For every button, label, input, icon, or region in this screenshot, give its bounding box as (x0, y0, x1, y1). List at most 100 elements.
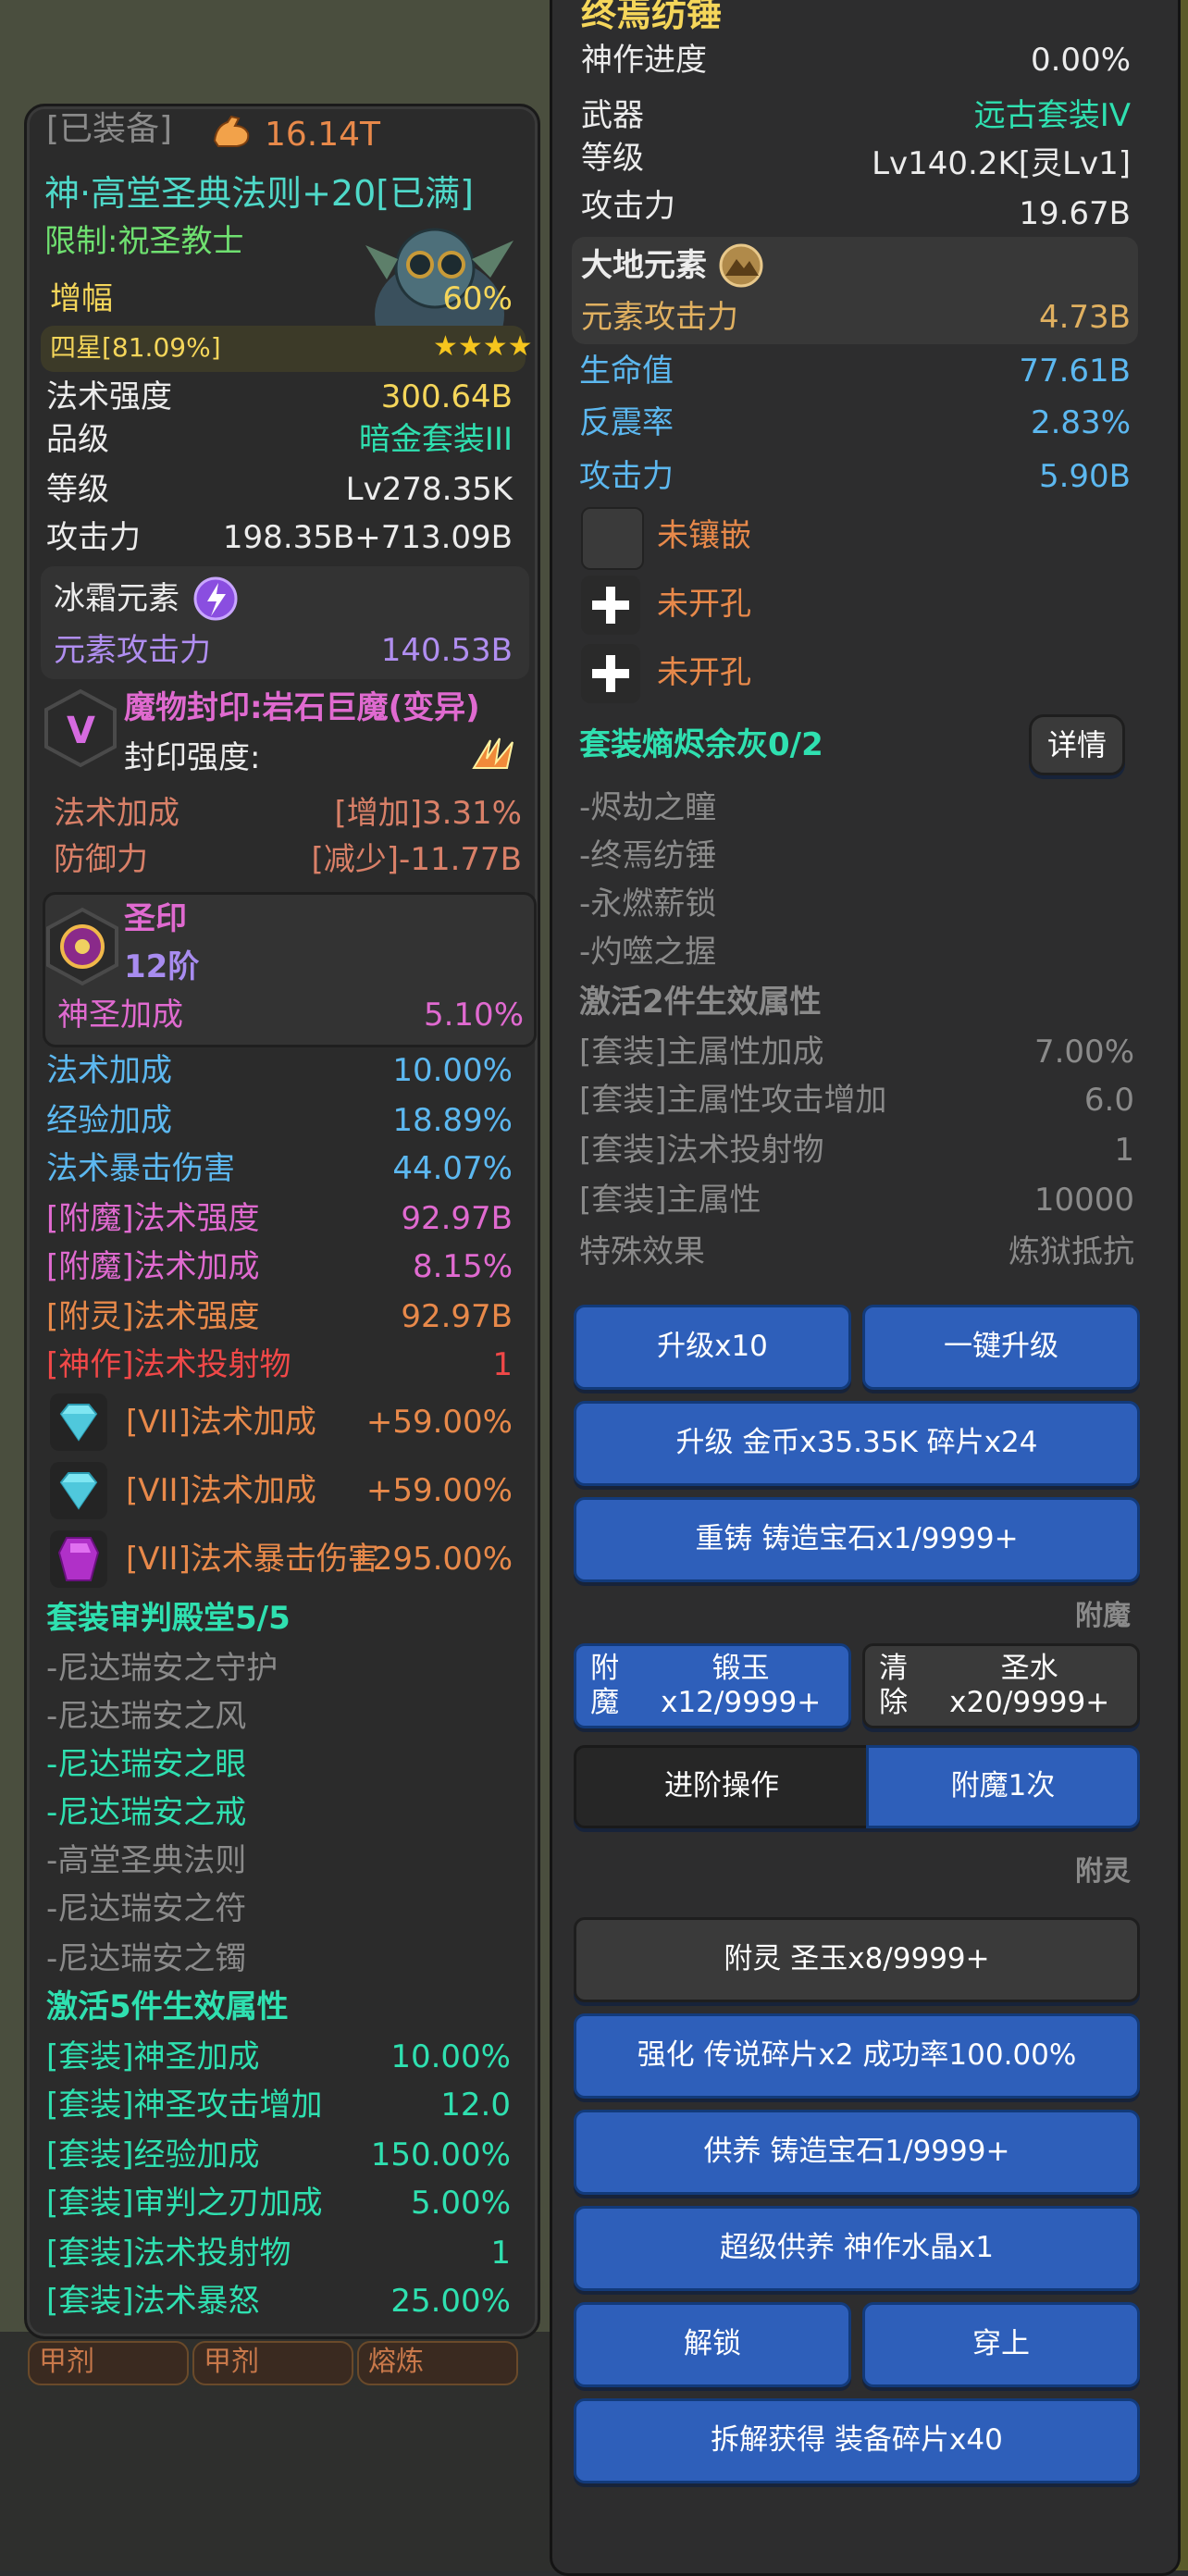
upgrade-cost-button[interactable]: 升级 金币x35.35K 碎片x24 (574, 1401, 1140, 1486)
right-set-bonus-value: 炼狱抵抗 (1009, 1233, 1134, 1270)
set-bonus-value: 25.00% (390, 2283, 511, 2320)
stat-row-value: 92.97B (401, 1200, 513, 1237)
super-nurture-button[interactable]: 超级供养 神作水晶x1 (574, 2206, 1140, 2291)
set-piece-active: -尼达瑞安之戒 (46, 1794, 247, 1831)
holy-seal-title: 圣印 (124, 900, 187, 937)
right-stat-value: 2.83% (1030, 404, 1131, 441)
set-bonus-value: 150.00% (370, 2136, 511, 2174)
stat-row-value: 92.97B (401, 1298, 513, 1335)
unlock-button[interactable]: 解锁 (574, 2302, 851, 2387)
earth-attack-value: 4.73B (1038, 299, 1131, 336)
item-title: 终焉纺锤 (581, 0, 723, 34)
stat-row-label: [神作]法术投射物 (46, 1346, 291, 1383)
clear-button-line2: 圣水x20/9999+ (949, 1651, 1110, 1719)
socket-label: 未开孔 (657, 654, 751, 691)
progress-value: 0.00% (1030, 42, 1131, 79)
stat-row-label: 法术暴击伤害 (46, 1150, 235, 1187)
bottom-tab-label: 甲剂 (39, 2346, 94, 2378)
right-set-bonus-label: [套装]法术投射物 (579, 1132, 824, 1169)
empty-socket[interactable] (581, 507, 644, 570)
socket-label: 未开孔 (657, 586, 751, 623)
clear-button-line1: 清除 (879, 1651, 909, 1719)
strengthen-button[interactable]: 强化 传说碎片x2 成功率100.00% (574, 2013, 1140, 2099)
grade-label: 品级 (46, 421, 109, 458)
set-piece: -尼达瑞安之符 (46, 1890, 247, 1927)
right-set-bonus-value: 1 (1114, 1132, 1134, 1169)
enchant-button[interactable]: 附魔 锻玉x12/9999+ (574, 1643, 851, 1728)
frost-element-icon (193, 576, 238, 621)
holy-bonus-label: 神圣加成 (57, 997, 183, 1034)
gem-row-value: +59.00% (365, 1472, 513, 1509)
gem-row-value: +59.00% (365, 1404, 513, 1441)
wear-button[interactable]: 穿上 (862, 2302, 1140, 2387)
right-set-piece: -永燃薪锁 (579, 886, 717, 923)
holy-bonus-value: 5.10% (423, 997, 524, 1034)
earth-attack-label: 元素攻击力 (581, 299, 738, 336)
holy-seal-tier: 12阶 (124, 948, 200, 985)
holy-seal-icon (46, 907, 118, 986)
right-set-piece: -终焉纺锤 (579, 837, 717, 874)
enchant-button-line2: 锻玉x12/9999+ (661, 1651, 822, 1719)
advanced-operation-tab[interactable]: 进阶操作 (574, 1745, 870, 1828)
spell-power-value: 300.64B (380, 378, 513, 415)
seal-row-2-label: 防御力 (54, 841, 148, 878)
stat-row-label: 法术加成 (46, 1052, 172, 1089)
one-key-upgrade-button[interactable]: 一键升级 (862, 1305, 1140, 1390)
attack-value: 198.35B+713.09B (222, 519, 513, 556)
clear-enchant-button[interactable]: 清除 圣水x20/9999+ (862, 1643, 1140, 1728)
right-stat-label: 生命值 (579, 353, 674, 390)
progress-label: 神作进度 (581, 42, 707, 79)
upgrade-x10-button[interactable]: 升级x10 (574, 1305, 851, 1390)
right-set-bonus-value: 6.0 (1083, 1082, 1134, 1119)
right-set-title: 套装熵烬余灰0/2 (579, 726, 823, 763)
frost-element-label: 冰霜元素 (54, 580, 179, 617)
stat-row-value: 10.00% (392, 1052, 513, 1089)
amp-label: 增幅 (50, 280, 113, 317)
seal-row-1-value: [增加]3.31% (334, 795, 522, 832)
restriction-text: 限制:祝圣教士 (44, 223, 244, 260)
weapon-value: 远古套装IV (973, 97, 1131, 134)
right-set-activate-title: 激活2件生效属性 (579, 984, 822, 1021)
set-piece: -高堂圣典法则 (46, 1842, 247, 1879)
set-bonus-label: [套装]经验加成 (46, 2136, 260, 2174)
set-piece: -尼达瑞安之风 (46, 1698, 247, 1735)
seal-strength-label: 封印强度: (124, 739, 261, 776)
set-detail-button[interactable]: 详情 (1029, 714, 1125, 775)
socket-label: 未镶嵌 (657, 517, 751, 554)
level-value: Lv140.2K[灵Lv1] (872, 145, 1131, 182)
right-set-bonus-label: [套装]主属性加成 (579, 1034, 824, 1071)
purple-gem-icon (50, 1530, 107, 1588)
set-bonus-value: 12.0 (440, 2087, 511, 2124)
right-set-bonus-label: [套装]主属性攻击增加 (579, 1082, 887, 1119)
bottom-tab-label: 熔炼 (368, 2346, 424, 2378)
stat-row-label: [附灵]法术强度 (46, 1298, 260, 1335)
enchant-section-label: 附魔 (1075, 1600, 1131, 1632)
spirit-button[interactable]: 附灵 圣玉x8/9999+ (574, 1917, 1140, 2002)
set-bonus-value: 10.00% (390, 2038, 511, 2075)
grade-value: 暗金套装III (358, 421, 513, 458)
attack-value: 19.67B (1019, 195, 1131, 232)
right-stat-label: 攻击力 (579, 458, 674, 495)
stat-row-value: 44.07% (392, 1150, 513, 1187)
nurture-button[interactable]: 供养 铸造宝石1/9999+ (574, 2110, 1140, 2195)
gem-row-label: [VII]法术加成 (126, 1404, 316, 1441)
level-label: 等级 (46, 471, 109, 508)
set-bonus-label: [套装]法术暴怒 (46, 2283, 260, 2320)
set-bonus-value: 1 (490, 2235, 511, 2272)
right-stat-label: 反震率 (579, 404, 674, 441)
dismantle-button[interactable]: 拆解获得 装备碎片x40 (574, 2398, 1140, 2483)
enchant-once-tab[interactable]: 附魔1次 (866, 1745, 1140, 1828)
enchant-button-line1: 附魔 (590, 1651, 620, 1719)
bottom-tab-label: 甲剂 (204, 2346, 259, 2378)
plus-icon (592, 587, 629, 624)
right-set-piece: -烬劫之瞳 (579, 789, 717, 826)
seal-claw-icon (472, 737, 514, 769)
power-value: 16.14T (265, 116, 381, 154)
seal-badge-letter: V (67, 710, 95, 752)
right-stat-value: 5.90B (1038, 458, 1131, 495)
right-set-bonus-label: 特殊效果 (579, 1233, 705, 1270)
stat-row-value: 8.15% (412, 1248, 513, 1285)
amp-value: 60% (442, 280, 513, 317)
star-rating-stars: ★★★★ (433, 330, 533, 363)
reforge-button[interactable]: 重铸 铸造宝石x1/9999+ (574, 1497, 1140, 1582)
